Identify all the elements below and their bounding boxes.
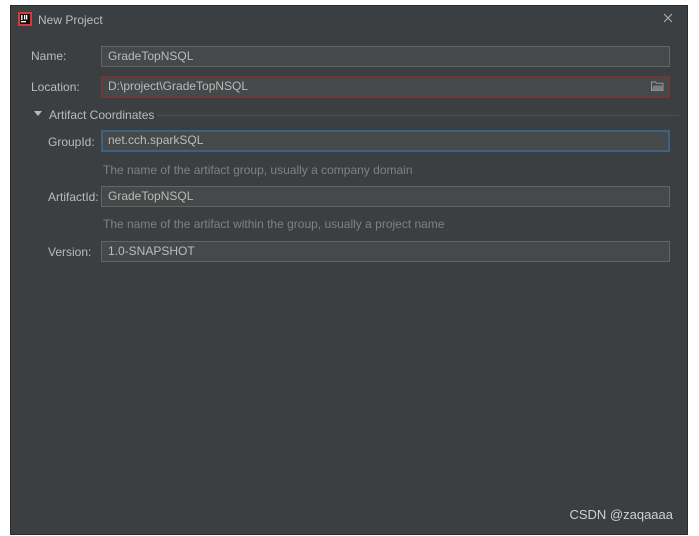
csdn-watermark: CSDN @zaqaaaa	[569, 507, 673, 522]
triangle-down-icon[interactable]	[34, 111, 42, 116]
groupid-value: net.cch.sparkSQL	[108, 133, 204, 147]
section-title: Artifact Coordinates	[49, 108, 155, 122]
location-label: Location:	[31, 80, 80, 94]
artifactid-value: GradeTopNSQL	[108, 189, 194, 203]
name-field[interactable]: GradeTopNSQL	[101, 46, 670, 67]
intellij-icon	[18, 12, 32, 26]
title-bar: New Project	[11, 6, 687, 33]
groupid-field[interactable]: net.cch.sparkSQL	[101, 130, 670, 152]
name-value: GradeTopNSQL	[108, 49, 194, 63]
groupid-hint: The name of the artifact group, usually …	[103, 163, 413, 177]
version-label: Version:	[48, 245, 92, 259]
artifact-coordinates-section[interactable]: Artifact Coordinates	[31, 107, 679, 123]
location-field[interactable]: D:\project\GradeTopNSQL	[101, 76, 670, 98]
artifactid-label: ArtifactId:	[48, 190, 99, 204]
section-divider	[157, 115, 679, 116]
new-project-dialog: New Project Name: GradeTopNSQL Location:…	[10, 5, 688, 535]
artifactid-field[interactable]: GradeTopNSQL	[101, 186, 670, 207]
folder-icon[interactable]	[651, 80, 664, 92]
artifactid-hint: The name of the artifact within the grou…	[103, 217, 445, 231]
close-icon[interactable]	[661, 11, 675, 25]
version-field[interactable]: 1.0-SNAPSHOT	[101, 241, 670, 262]
location-value: D:\project\GradeTopNSQL	[108, 79, 249, 93]
groupid-label: GroupId:	[48, 135, 95, 149]
window-title: New Project	[38, 13, 103, 27]
name-label: Name:	[31, 49, 67, 63]
version-value: 1.0-SNAPSHOT	[108, 244, 195, 258]
